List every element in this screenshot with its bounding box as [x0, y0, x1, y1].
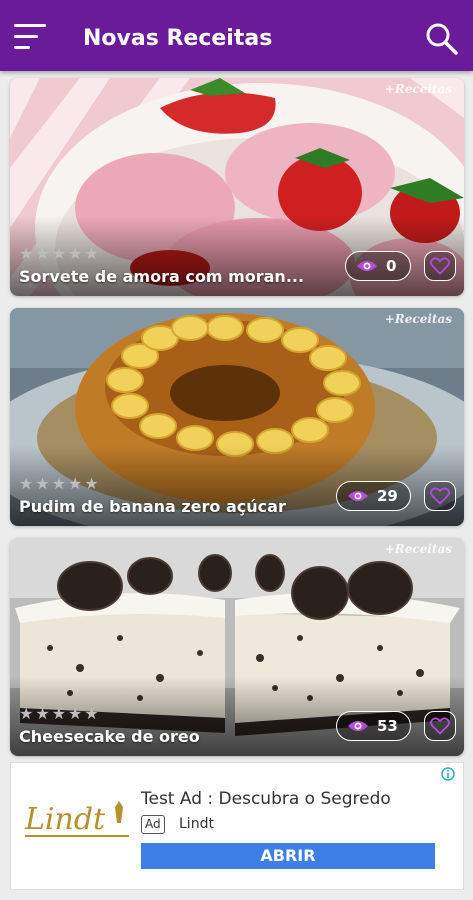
brand-watermark: +Receitas — [384, 312, 452, 326]
star-empty-icon: ★ — [68, 244, 83, 263]
logo-text: Lindt — [24, 802, 106, 837]
star-empty-icon: ★ — [19, 704, 34, 723]
star-empty-icon: ★ — [19, 474, 34, 493]
star-empty-icon: ★ — [19, 244, 34, 263]
heart-icon — [430, 717, 450, 735]
star-empty-icon: ★ — [35, 244, 50, 263]
heart-icon — [430, 487, 450, 505]
views-counter[interactable]: 29 — [336, 481, 411, 511]
views-counter[interactable]: 0 — [345, 251, 411, 281]
star-empty-icon: ★ — [84, 244, 99, 263]
recipe-title: Pudim de banana zero açúcar — [19, 497, 286, 516]
star-empty-icon: ★ — [84, 474, 99, 493]
star-empty-icon: ★ — [84, 704, 99, 723]
star-empty-icon: ★ — [51, 244, 67, 263]
menu-line — [14, 46, 30, 49]
star-empty-icon: ★ — [35, 474, 50, 493]
menu-button[interactable] — [14, 24, 48, 50]
search-button[interactable] — [425, 22, 459, 56]
favorite-button[interactable] — [424, 711, 456, 741]
ad-banner[interactable]: Lindt Test Ad : Descubra o Segredo Ad Li… — [10, 762, 464, 890]
recipe-title: Sorvete de amora com moran... — [19, 267, 305, 286]
rating-stars[interactable]: ★ ★ ★ ★ ★ — [19, 704, 101, 723]
brand-watermark: +Receitas — [384, 82, 452, 96]
recipe-card[interactable]: +Receitas ★ ★ ★ ★ ★ Pudim de banana zero açú… — [10, 308, 464, 526]
search-icon — [426, 23, 458, 55]
menu-line — [14, 24, 46, 27]
menu-line — [14, 35, 38, 38]
lindt-logo[interactable]: Lindt — [23, 797, 133, 841]
ad-choices-icon[interactable] — [441, 767, 455, 781]
rating-stars[interactable]: ★ ★ ★ ★ ★ — [19, 244, 101, 263]
ad-title[interactable]: Test Ad : Descubra o Segredo — [141, 789, 391, 809]
view-count: 29 — [377, 487, 398, 505]
rating-stars[interactable]: ★ ★ ★ ★ ★ — [19, 474, 101, 493]
views-counter[interactable]: 53 — [336, 711, 411, 741]
heart-icon — [430, 257, 450, 275]
favorite-button[interactable] — [424, 481, 456, 511]
star-empty-icon: ★ — [68, 474, 83, 493]
ad-badge: Ad — [141, 815, 165, 834]
ad-open-button[interactable]: ABRIR — [141, 843, 435, 869]
eye-icon — [357, 261, 377, 271]
recipe-card[interactable]: +Receitas ★ ★ ★ ★ ★ Cheesecake de oreo 53 — [10, 538, 464, 756]
recipe-title: Cheesecake de oreo — [19, 727, 200, 746]
page-title: Novas Receitas — [83, 26, 273, 51]
star-empty-icon: ★ — [35, 704, 50, 723]
eye-icon — [348, 491, 368, 501]
favorite-button[interactable] — [424, 251, 456, 281]
recipe-card[interactable]: +Receitas ★ ★ ★ ★ ★ Sorvete de amora com mor… — [10, 78, 464, 296]
eye-icon — [348, 721, 368, 731]
star-empty-icon: ★ — [68, 704, 83, 723]
view-count: 0 — [386, 257, 397, 275]
app-bar: Novas Receitas — [0, 0, 473, 71]
star-empty-icon: ★ — [51, 704, 67, 723]
view-count: 53 — [377, 717, 398, 735]
brand-watermark: +Receitas — [384, 542, 452, 556]
ad-advertiser: Lindt — [179, 816, 214, 832]
star-empty-icon: ★ — [51, 474, 67, 493]
